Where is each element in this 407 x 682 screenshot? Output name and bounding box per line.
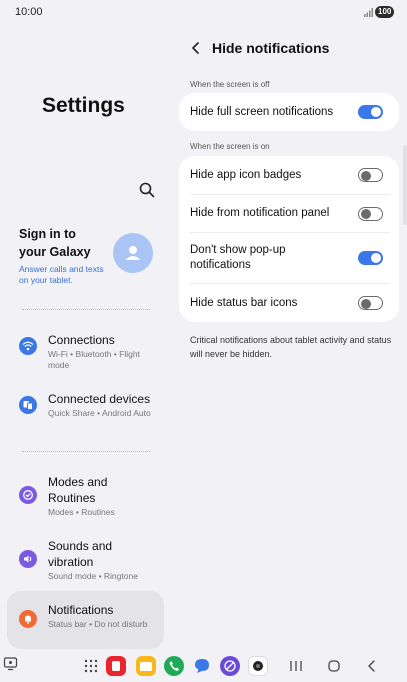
toggle-switch[interactable] — [358, 251, 383, 265]
flipboard-icon[interactable] — [106, 656, 126, 676]
menu-item-notifications[interactable]: Notifications Status bar • Do not distur… — [19, 602, 159, 642]
setting-label: Hide status bar icons — [190, 296, 298, 309]
setting-label: Hide full screen notifications — [190, 105, 334, 118]
toggle-switch[interactable] — [358, 105, 383, 119]
modes-icon — [19, 486, 37, 504]
phone-icon[interactable] — [164, 656, 184, 676]
menu-item-connected-devices[interactable]: Connected devices Quick Share • Android … — [19, 391, 159, 431]
battery-indicator: 100 — [375, 6, 395, 18]
back-arrow-icon[interactable] — [189, 40, 203, 56]
section-label: When the screen is on — [190, 142, 270, 151]
navigation-bar — [0, 648, 407, 682]
bell-icon — [19, 610, 37, 628]
status-bar: 10:00 100 — [0, 0, 407, 26]
account-title: Sign in to your Galaxy — [19, 227, 91, 259]
account-subtitle: Answer calls and texts on your tablet. — [19, 264, 104, 285]
screen-off-card: Hide full screen notifications — [179, 93, 399, 131]
setting-label: Don't show pop-up notifications — [190, 244, 286, 271]
internet-icon[interactable] — [220, 656, 240, 676]
menu-title: Connected devices — [48, 392, 151, 406]
search-icon[interactable] — [138, 181, 156, 199]
wifi-icon — [19, 337, 37, 355]
messages-icon[interactable] — [192, 656, 212, 676]
status-time: 10:00 — [15, 6, 43, 18]
divider — [22, 309, 150, 310]
divider — [22, 451, 150, 452]
setting-row-hide-app-icon-badges[interactable]: Hide app icon badges — [179, 156, 399, 194]
setting-label: Hide app icon badges — [190, 168, 302, 181]
menu-subtitle: Modes • Routines — [48, 507, 115, 517]
screen-on-card: Hide app icon badges Hide from notificat… — [179, 156, 399, 322]
hide-notifications-pane: Hide notifications When the screen is of… — [172, 26, 407, 646]
setting-row-hide-full-screen[interactable]: Hide full screen notifications — [179, 93, 399, 131]
page-title: Hide notifications — [212, 40, 330, 56]
account-sign-in[interactable]: Sign in to your Galaxy Answer calls and … — [19, 225, 159, 295]
page-title: Settings — [42, 94, 125, 117]
info-note: Critical notifications about tablet acti… — [190, 335, 392, 359]
signal-icon — [364, 8, 373, 17]
apps-grid-icon[interactable] — [83, 658, 99, 674]
menu-subtitle: Sound mode • Ringtone — [48, 571, 138, 581]
menu-item-modes-routines[interactable]: Modes and Routines Modes • Routines — [19, 474, 159, 520]
connected-devices-icon — [19, 396, 37, 414]
toggle-switch[interactable] — [358, 168, 383, 182]
menu-title: Sounds and vibration — [48, 539, 113, 569]
camera-icon[interactable] — [248, 656, 268, 676]
setting-label: Hide from notification panel — [190, 207, 330, 219]
settings-list-pane: Settings Sign in to your Galaxy Answer c… — [0, 26, 172, 649]
menu-title: Modes and Routines — [48, 475, 108, 505]
my-files-icon[interactable] — [136, 656, 156, 676]
menu-subtitle: Quick Share • Android Auto — [48, 408, 151, 418]
toggle-switch[interactable] — [358, 206, 383, 221]
menu-subtitle: Status bar • Do not disturb — [48, 619, 148, 629]
section-label: When the screen is off — [190, 80, 270, 89]
menu-title: Connections — [48, 333, 115, 347]
taskbar-toggle-icon[interactable] — [3, 656, 19, 672]
home-button[interactable] — [326, 658, 342, 674]
sound-icon — [19, 550, 37, 568]
setting-row-hide-from-panel[interactable]: Hide from notification panel — [179, 195, 399, 232]
toggle-switch[interactable] — [358, 296, 383, 310]
menu-subtitle: Wi-Fi • Bluetooth • Flight mode — [48, 349, 140, 370]
person-icon — [125, 246, 141, 260]
back-button[interactable] — [364, 658, 380, 674]
avatar — [113, 233, 153, 273]
menu-title: Notifications — [48, 603, 114, 617]
menu-item-sounds-vibration[interactable]: Sounds and vibration Sound mode • Ringto… — [19, 538, 159, 584]
setting-row-no-popup[interactable]: Don't show pop-up notifications — [179, 233, 399, 283]
setting-row-hide-status-bar-icons[interactable]: Hide status bar icons — [179, 284, 399, 322]
recents-button[interactable] — [288, 658, 304, 674]
menu-item-connections[interactable]: Connections Wi-Fi • Bluetooth • Flight m… — [19, 332, 159, 372]
pane-resize-handle[interactable] — [403, 145, 407, 225]
